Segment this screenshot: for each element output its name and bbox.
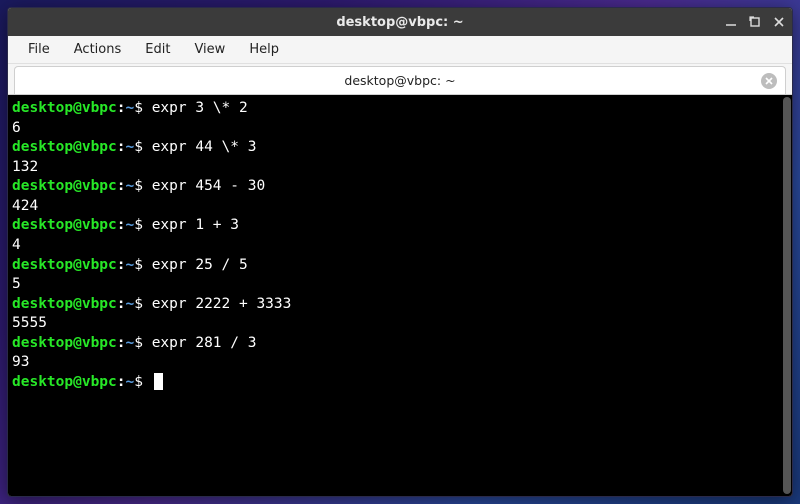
prompt-path: ~ [126,139,135,155]
command-text: expr 44 \* 3 [143,139,257,155]
terminal-line: desktop@vbpc:~$ expr 2222 + 3333 [12,295,778,315]
prompt-colon: : [117,217,126,233]
command-text: expr 454 - 30 [143,178,265,194]
prompt-dollar: $ [134,335,143,351]
prompt-dollar: $ [134,374,143,390]
prompt-user-host: desktop@vbpc [12,374,117,390]
command-text: expr 281 / 3 [143,335,257,351]
prompt-colon: : [117,296,126,312]
output-text: 424 [12,197,778,217]
prompt-colon: : [117,257,126,273]
prompt-path: ~ [126,296,135,312]
terminal-line: desktop@vbpc:~$ expr 454 - 30 [12,177,778,197]
terminal-line: desktop@vbpc:~$ expr 1 + 3 [12,216,778,236]
maximize-button[interactable] [748,15,762,29]
prompt-dollar: $ [134,139,143,155]
close-icon [765,77,773,85]
close-icon [773,16,785,28]
menu-file[interactable]: File [18,38,60,61]
prompt-dollar: $ [134,100,143,116]
prompt-user-host: desktop@vbpc [12,335,117,351]
output-text: 6 [12,119,778,139]
menu-help[interactable]: Help [239,38,289,61]
prompt-colon: : [117,178,126,194]
prompt-user-host: desktop@vbpc [12,178,117,194]
output-text: 132 [12,158,778,178]
prompt-user-host: desktop@vbpc [12,296,117,312]
prompt-path: ~ [126,335,135,351]
prompt-path: ~ [126,257,135,273]
command-text: expr 3 \* 2 [143,100,248,116]
close-button[interactable] [772,15,786,29]
cursor [154,373,163,390]
prompt-path: ~ [126,374,135,390]
tabbar: desktop@vbpc: ~ [8,64,792,94]
output-text: 93 [12,353,778,373]
prompt-path: ~ [126,100,135,116]
command-text: expr 1 + 3 [143,217,239,233]
maximize-icon [749,16,761,28]
terminal-line: desktop@vbpc:~$ expr 281 / 3 [12,334,778,354]
prompt-user-host: desktop@vbpc [12,139,117,155]
tab-title: desktop@vbpc: ~ [344,73,455,88]
prompt-colon: : [117,335,126,351]
prompt-colon: : [117,139,126,155]
command-text: expr 2222 + 3333 [143,296,291,312]
minimize-button[interactable] [724,15,738,29]
prompt-dollar: $ [134,217,143,233]
tab-active[interactable]: desktop@vbpc: ~ [14,66,786,94]
output-text: 5555 [12,314,778,334]
prompt-path: ~ [126,217,135,233]
command-text: expr 25 / 5 [143,257,248,273]
window-title: desktop@vbpc: ~ [336,15,463,30]
prompt-colon: : [117,100,126,116]
terminal-line: desktop@vbpc:~$ expr 44 \* 3 [12,138,778,158]
menubar: File Actions Edit View Help [8,36,792,64]
window-controls [724,8,786,36]
prompt-colon: : [117,374,126,390]
tab-close-button[interactable] [761,73,777,89]
prompt-dollar: $ [134,178,143,194]
terminal-line: desktop@vbpc:~$ expr 3 \* 2 [12,99,778,119]
terminal-line: desktop@vbpc:~$ [12,373,778,393]
scrollbar[interactable] [783,97,791,494]
prompt-user-host: desktop@vbpc [12,257,117,273]
minimize-icon [725,16,737,28]
menu-actions[interactable]: Actions [64,38,132,61]
prompt-dollar: $ [134,257,143,273]
menu-edit[interactable]: Edit [135,38,180,61]
terminal-area[interactable]: desktop@vbpc:~$ expr 3 \* 26desktop@vbpc… [8,94,792,496]
terminal-output[interactable]: desktop@vbpc:~$ expr 3 \* 26desktop@vbpc… [8,95,782,496]
prompt-user-host: desktop@vbpc [12,100,117,116]
prompt-dollar: $ [134,296,143,312]
output-text: 5 [12,275,778,295]
terminal-window: desktop@vbpc: ~ File Actions Edit View H… [7,7,793,497]
menu-view[interactable]: View [184,38,235,61]
output-text: 4 [12,236,778,256]
titlebar[interactable]: desktop@vbpc: ~ [8,8,792,36]
prompt-path: ~ [126,178,135,194]
terminal-line: desktop@vbpc:~$ expr 25 / 5 [12,256,778,276]
prompt-user-host: desktop@vbpc [12,217,117,233]
